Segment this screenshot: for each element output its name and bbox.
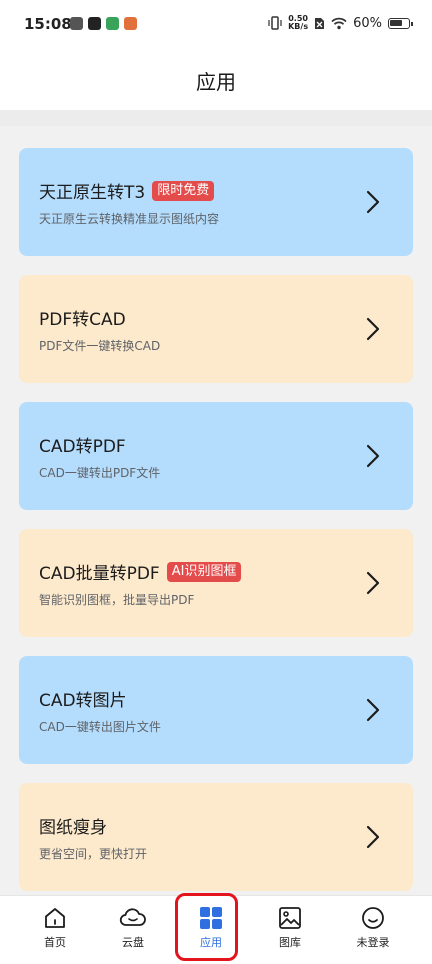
card-title-text: PDF转CAD bbox=[39, 310, 126, 330]
notification-icons bbox=[70, 17, 137, 30]
card-subtitle: 智能识别图框，批量导出PDF bbox=[39, 593, 195, 607]
tab-gallery[interactable]: 图库 bbox=[260, 906, 320, 950]
tab-cloud[interactable]: 云盘 bbox=[103, 906, 163, 950]
battery-percent: 60% bbox=[353, 15, 382, 31]
app-list: 天正原生转T3 限时免费 天正原生云转换精准显示图纸内容 PDF转CAD PDF… bbox=[0, 110, 432, 895]
wifi-icon bbox=[331, 17, 347, 29]
chevron-right-icon bbox=[366, 317, 380, 341]
app-notification-icon bbox=[124, 17, 137, 30]
divider bbox=[0, 110, 432, 126]
card-cad-batch-to-pdf[interactable]: CAD批量转PDF AI识别图框 智能识别图框，批量导出PDF bbox=[19, 529, 413, 637]
gallery-icon bbox=[279, 907, 301, 929]
card-title: 图纸瘦身 bbox=[39, 813, 107, 838]
ai-badge: AI识别图框 bbox=[166, 561, 242, 582]
card-subtitle: CAD一键转出图片文件 bbox=[39, 720, 161, 734]
card-tianzheng-to-t3[interactable]: 天正原生转T3 限时免费 天正原生云转换精准显示图纸内容 bbox=[19, 148, 413, 256]
status-time: 15:08 bbox=[24, 15, 72, 33]
card-subtitle: 更省空间，更快打开 bbox=[39, 847, 148, 861]
card-title-text: 图纸瘦身 bbox=[39, 818, 107, 838]
card-title: 天正原生转T3 限时免费 bbox=[39, 178, 215, 203]
battery-icon bbox=[388, 17, 413, 29]
card-title-text: CAD转PDF bbox=[39, 437, 126, 457]
header: 应用 bbox=[0, 50, 432, 110]
tab-label: 未登录 bbox=[356, 936, 390, 949]
tiktok-icon bbox=[88, 17, 101, 30]
card-title-text: 天正原生转T3 bbox=[39, 183, 146, 203]
chevron-right-icon bbox=[366, 825, 380, 849]
tab-label: 图库 bbox=[279, 936, 301, 949]
chevron-right-icon bbox=[366, 444, 380, 468]
status-right: 0.50 KB/s 60% bbox=[268, 15, 413, 31]
card-subtitle: PDF文件一键转换CAD bbox=[39, 339, 161, 353]
card-pdf-to-cad[interactable]: PDF转CAD PDF文件一键转换CAD bbox=[19, 275, 413, 383]
smiley-face-icon bbox=[362, 907, 384, 929]
card-title: PDF转CAD bbox=[39, 305, 126, 330]
tab-home[interactable]: 首页 bbox=[25, 906, 85, 950]
network-speed-unit: KB/s bbox=[288, 22, 309, 31]
no-sim-icon bbox=[315, 17, 325, 29]
card-drawing-slim[interactable]: 图纸瘦身 更省空间，更快打开 bbox=[19, 783, 413, 891]
vibrate-icon bbox=[268, 16, 282, 30]
tab-label: 云盘 bbox=[122, 936, 144, 949]
network-speed: 0.50 KB/s bbox=[288, 15, 308, 31]
home-icon bbox=[45, 908, 65, 928]
tab-label: 首页 bbox=[44, 936, 66, 949]
chevron-right-icon bbox=[366, 698, 380, 722]
free-badge: 限时免费 bbox=[152, 180, 215, 201]
tab-profile[interactable]: 未登录 bbox=[343, 906, 403, 950]
card-subtitle: CAD一键转出PDF文件 bbox=[39, 466, 161, 480]
card-title: CAD转图片 bbox=[39, 686, 127, 711]
status-bar: 15:08 0.50 KB/s 60% bbox=[0, 0, 432, 50]
page-title: 应用 bbox=[196, 70, 236, 94]
app-notification-icon bbox=[106, 17, 119, 30]
card-title: CAD批量转PDF AI识别图框 bbox=[39, 559, 242, 584]
active-tab-highlight bbox=[175, 893, 238, 961]
card-cad-to-image[interactable]: CAD转图片 CAD一键转出图片文件 bbox=[19, 656, 413, 764]
card-title-text: CAD转图片 bbox=[39, 691, 127, 711]
card-title: CAD转PDF bbox=[39, 432, 126, 457]
chevron-right-icon bbox=[366, 190, 380, 214]
chevron-right-icon bbox=[366, 571, 380, 595]
card-title-text: CAD批量转PDF bbox=[39, 564, 160, 584]
card-subtitle: 天正原生云转换精准显示图纸内容 bbox=[39, 212, 220, 226]
app-notification-icon bbox=[70, 17, 83, 30]
cloud-icon bbox=[119, 908, 146, 926]
card-cad-to-pdf[interactable]: CAD转PDF CAD一键转出PDF文件 bbox=[19, 402, 413, 510]
